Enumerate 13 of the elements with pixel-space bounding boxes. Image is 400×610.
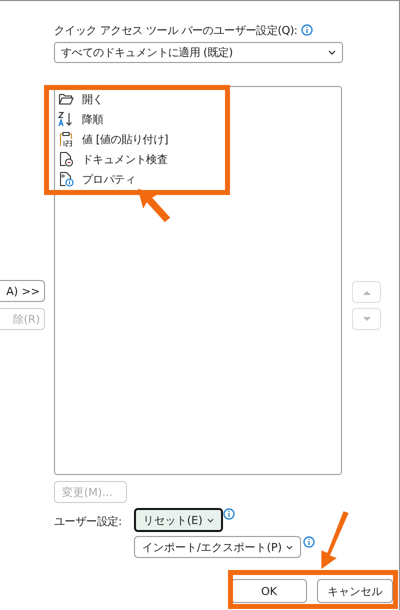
command-item[interactable]: 降順	[57, 109, 341, 129]
command-item[interactable]: 値 [値の貼り付け]	[57, 129, 341, 149]
add-button[interactable]: A) >>	[0, 280, 45, 302]
import-export-button[interactable]: インポート/エクスポート(P)	[134, 536, 301, 558]
command-item[interactable]: 開く	[57, 89, 341, 109]
command-item[interactable]: ドキュメント検査	[57, 149, 341, 169]
customizations-label: ユーザー設定:	[54, 514, 123, 529]
reset-button[interactable]: リセット(E)	[134, 508, 223, 532]
cancel-button[interactable]: キャンセル	[317, 579, 393, 603]
command-item[interactable]: プロパティ	[57, 169, 341, 189]
scope-dropdown[interactable]: すべてのドキュメントに適用 (既定)	[54, 42, 343, 63]
ok-button[interactable]: OK	[231, 579, 307, 603]
customize-label: クイック アクセス ツール バーのユーザー設定(Q):	[54, 22, 298, 38]
